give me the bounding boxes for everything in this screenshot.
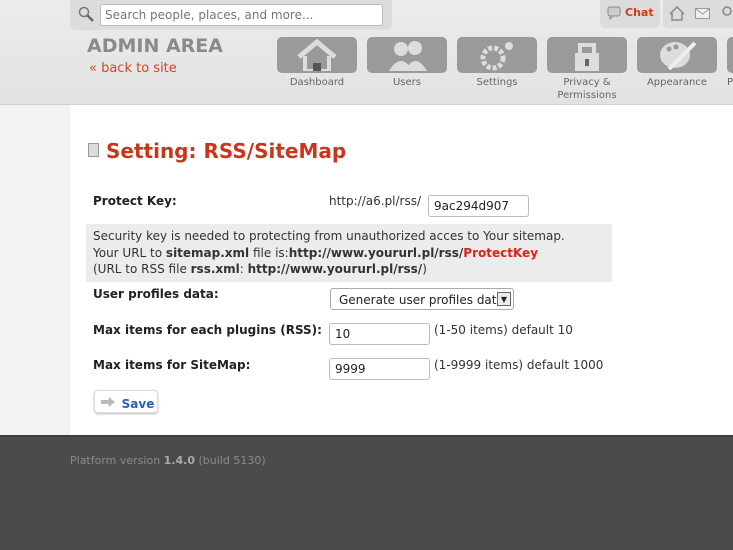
nav-dashboard[interactable]: Dashboard: [277, 37, 357, 89]
admin-area-title: ADMIN AREA: [87, 35, 223, 57]
gears-icon: [480, 42, 513, 71]
info-line: Your URL to sitemap.xml file is:http://w…: [93, 245, 539, 260]
platform-version: Platform version 1.4.0 (build 5130): [70, 454, 266, 467]
page-title: Setting: RSS/SiteMap: [106, 139, 347, 163]
chat-icon: [607, 6, 621, 20]
chat-label: Chat: [625, 6, 654, 19]
protect-key-prefix: http://a6.pl/rss/: [329, 194, 422, 208]
search-input[interactable]: [100, 4, 383, 26]
arrow-right-icon: [101, 397, 115, 407]
user-profiles-select[interactable]: Generate user profiles data ▼: [330, 288, 514, 310]
nav-privacy[interactable]: Privacy & Permissions: [547, 37, 627, 102]
info-line: Security key is needed to protecting fro…: [93, 229, 565, 243]
user-icon[interactable]: [721, 6, 733, 21]
max-rss-input[interactable]: [329, 323, 430, 345]
protect-key-input[interactable]: [428, 195, 529, 217]
nav-plugins[interactable]: P: [727, 37, 733, 89]
user-toolbar: [663, 0, 733, 28]
save-button[interactable]: Save: [94, 390, 158, 413]
select-value: Generate user profiles data: [339, 293, 504, 307]
max-sitemap-hint: (1-9999 items) default 1000: [434, 358, 604, 372]
protect-key-label: Protect Key:: [93, 194, 177, 208]
max-sitemap-label: Max items for SiteMap:: [93, 358, 251, 372]
search-icon: [78, 6, 94, 22]
palette-icon: [660, 41, 697, 71]
security-info-box: Security key is needed to protecting fro…: [86, 224, 612, 282]
nav-users[interactable]: Users: [367, 37, 447, 89]
chevron-down-icon: ▼: [497, 292, 511, 306]
header: Chat ADMIN AREA « back to site Dashboard…: [0, 0, 733, 105]
document-icon: [88, 143, 99, 157]
max-rss-label: Max items for each plugins (RSS):: [93, 323, 322, 337]
info-line: (URL to RSS file rss.xml: http://www.you…: [93, 262, 427, 276]
nav-settings[interactable]: Settings: [457, 37, 537, 89]
mail-icon[interactable]: [695, 8, 710, 19]
back-to-site-link[interactable]: « back to site: [89, 61, 177, 76]
home-icon: [297, 39, 337, 71]
nav-appearance[interactable]: Appearance: [637, 37, 717, 89]
lock-icon: [575, 43, 599, 71]
max-sitemap-input[interactable]: [329, 358, 430, 380]
users-icon: [389, 41, 427, 71]
user-profiles-label: User profiles data:: [93, 287, 219, 301]
footer: [0, 435, 733, 550]
max-rss-hint: (1-50 items) default 10: [434, 323, 573, 337]
save-label: Save: [121, 396, 155, 411]
home-icon[interactable]: [669, 6, 685, 21]
